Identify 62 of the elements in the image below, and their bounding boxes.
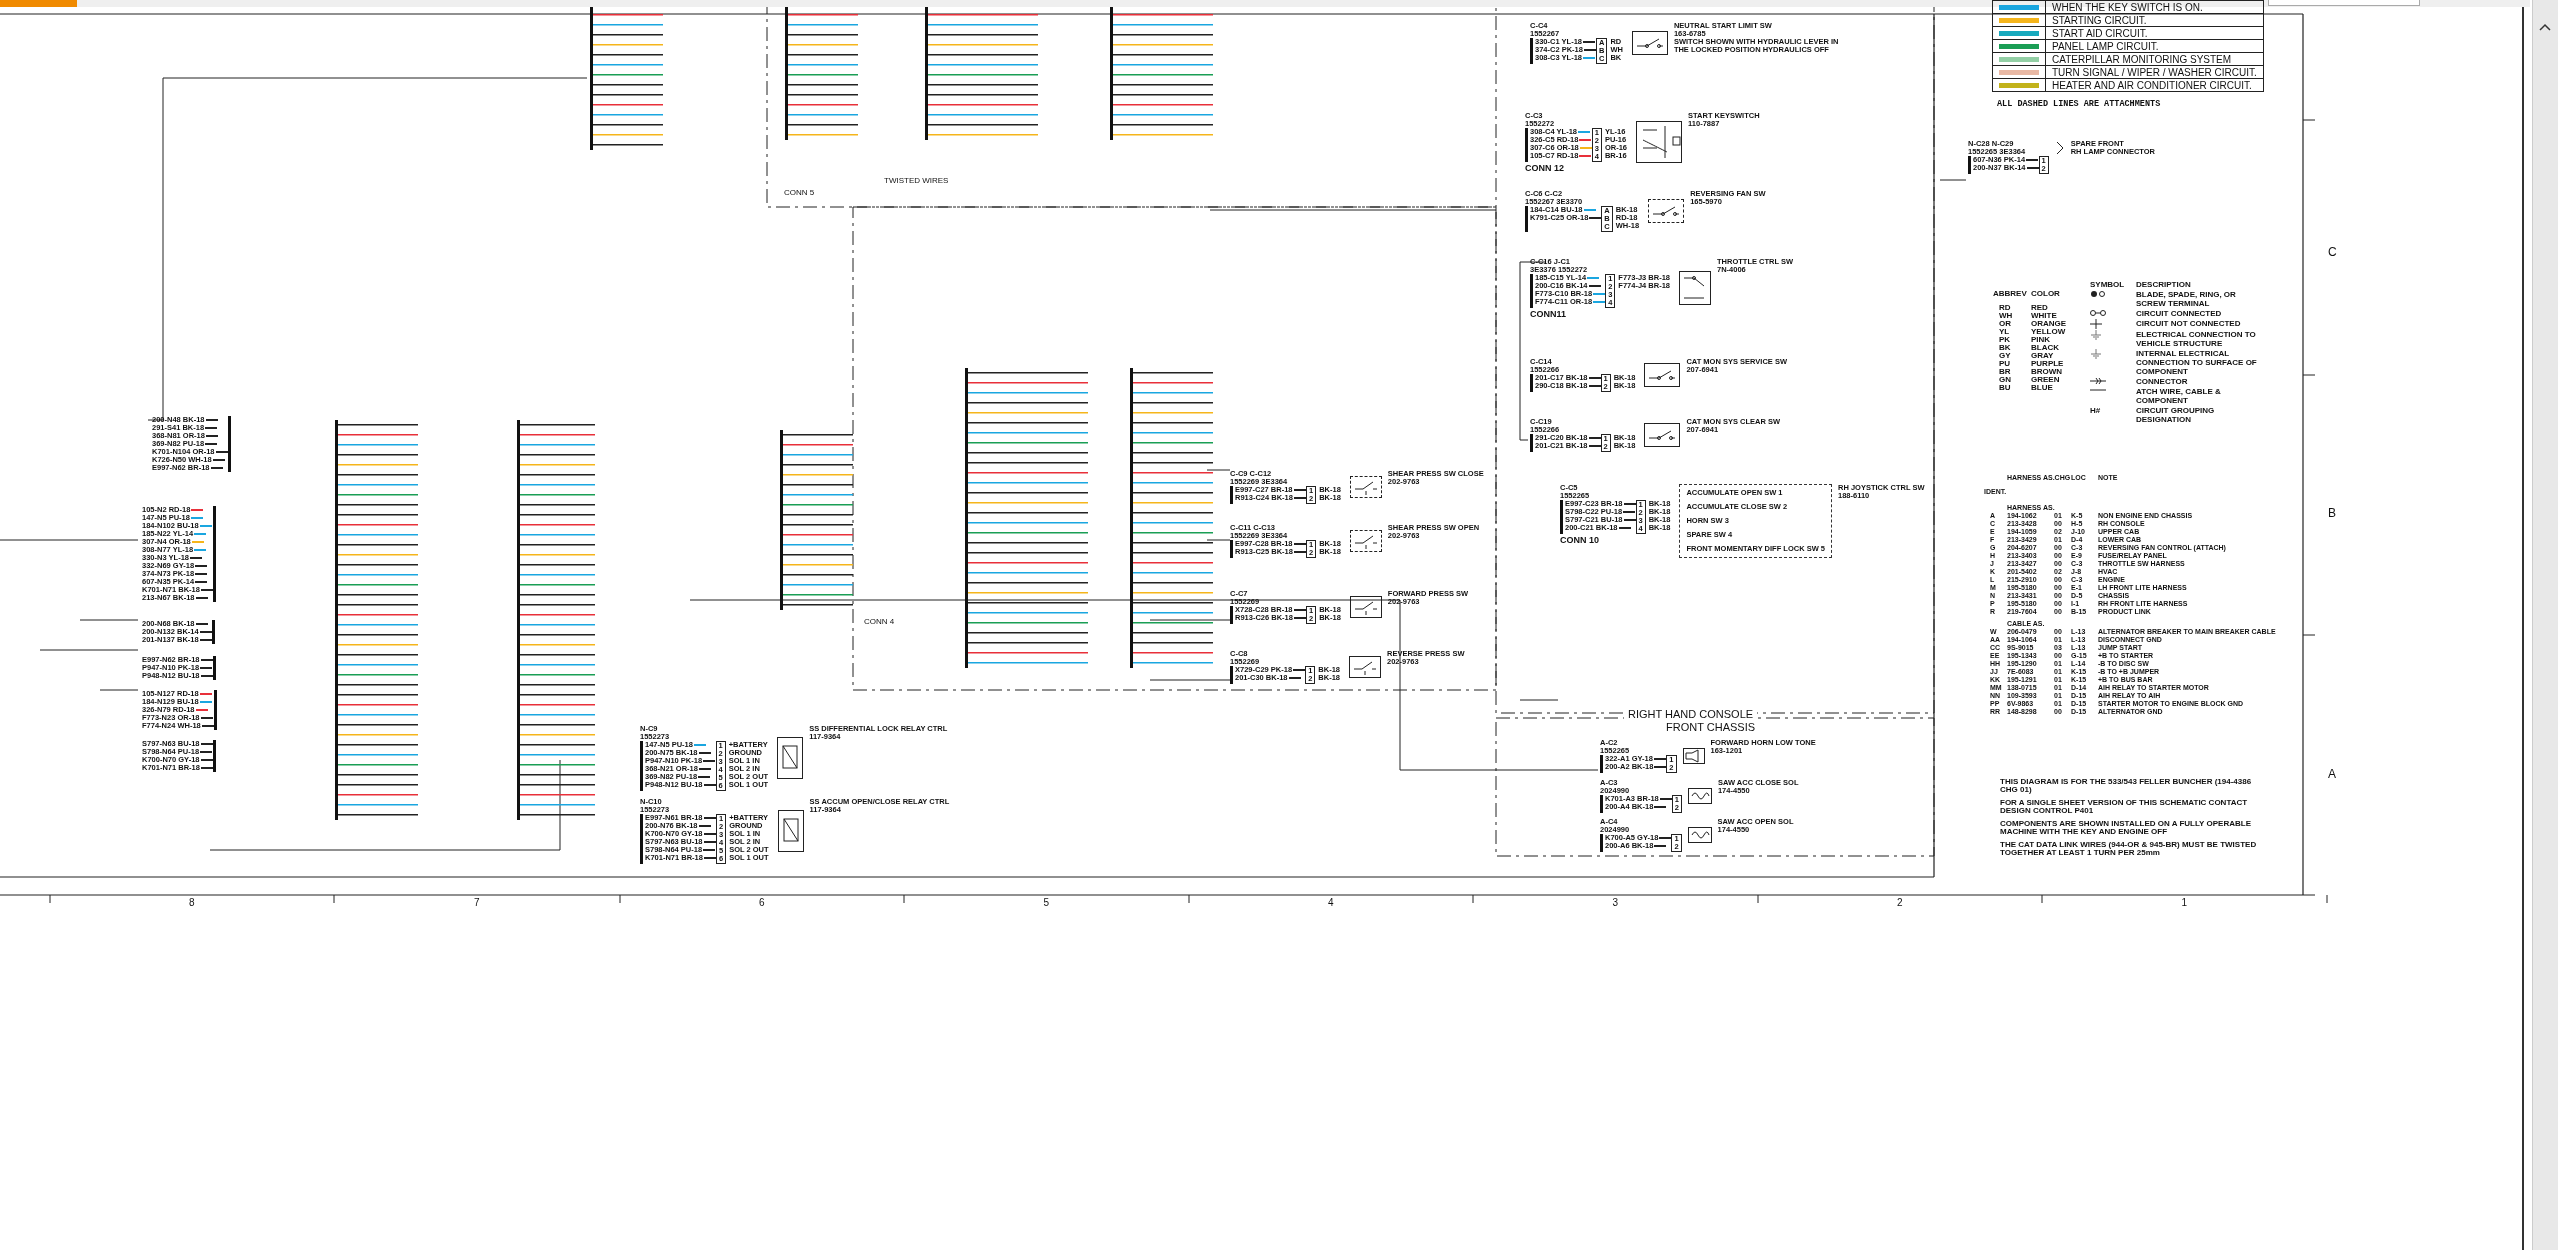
- table-cell-text: CONNECTOR: [2136, 377, 2189, 386]
- table-cell-text: GRAY: [2031, 352, 2055, 360]
- table-cell-text: RED: [2031, 304, 2049, 312]
- grid-column-label: 6: [759, 897, 765, 908]
- connector-label: CONN 10: [1560, 536, 1600, 544]
- table-cell-text: GN: [1998, 376, 2012, 384]
- grid-column-label: 8: [189, 897, 195, 908]
- column-header: DESCRIPTION: [2136, 280, 2192, 289]
- grid-column-label: 1: [2181, 897, 2188, 908]
- section-title: RIGHT HAND CONSOLE: [1624, 708, 1758, 720]
- table-cell-text: BR: [1998, 368, 2012, 376]
- table-cell-text: CIRCUIT GROUPING DESIGNATION: [2136, 406, 2216, 424]
- table-cell-text: PK: [1998, 336, 2012, 344]
- table-cell-text: PINK: [2031, 336, 2052, 344]
- table-cell-text: INTERNAL ELECTRICAL CONNECTION TO SURFACE OF COMPONENT: [2136, 349, 2258, 376]
- table-cell-text: BK: [1998, 344, 2012, 352]
- grid-row-label: B: [2328, 506, 2336, 520]
- legend-label: STARTING CIRCUIT.: [2045, 13, 2264, 27]
- legend-label: TURN SIGNAL / WIPER / WASHER CIRCUIT.: [2045, 65, 2264, 79]
- grid-column-label: 4: [1328, 897, 1334, 908]
- table-cell-text: YL: [1998, 328, 2011, 336]
- table-cell-text: BU: [1998, 384, 2012, 392]
- table-cell-text: CIRCUIT NOT CONNECTED: [2136, 319, 2242, 329]
- table-cell-text: RD: [1998, 304, 2012, 312]
- symbol-text: H#: [2090, 406, 2102, 417]
- legend-label: START AID CIRCUIT.: [2045, 26, 2264, 40]
- connector-label: CONN 12: [1525, 164, 1565, 172]
- table-cell-text: ATCH WIRE, CABLE & COMPONENT: [2136, 387, 2222, 405]
- table-cell-text: YELLOW: [2031, 328, 2067, 336]
- grid-row-label: A: [2328, 767, 2336, 781]
- connector-label: CONN11: [1530, 310, 1567, 318]
- legend-label: PANEL LAMP CIRCUIT.: [2045, 39, 2264, 53]
- column-header: SYMBOL: [2090, 280, 2126, 289]
- table-cell-text: BLACK: [2031, 344, 2060, 352]
- grid-column-label: 7: [474, 897, 480, 908]
- legend-label: CATERPILLAR MONITORING SYSTEM: [2045, 52, 2264, 66]
- note-text: THE CAT DATA LINK WIRES (944-OR & 945-BR) MUST BE TWISTED TOGETHER AT LEAST 1 TURN PER 25mm: [2000, 841, 2258, 857]
- table-cell-text: ELECTRICAL CONNECTION TO VEHICLE STRUCTURE: [2136, 330, 2257, 348]
- table-cell-text: BROWN: [2031, 368, 2064, 376]
- grid-column-label: 5: [1043, 897, 1050, 908]
- note-text: THIS DIAGRAM IS FOR THE 533/543 FELLER BUNCHER (194-4386 CHG 01): [2000, 778, 2253, 794]
- note-text: COMPONENTS ARE SHOWN INSTALLED ON A FULLY OPERABLE MACHINE WITH THE KEY AND ENGINE OFF: [2000, 820, 2252, 836]
- table-cell-text: GREEN: [2031, 376, 2061, 384]
- column-header: ABBREV: [1993, 290, 2027, 298]
- table-cell-text: OR: [1998, 320, 2012, 328]
- legend-label: WHEN THE KEY SWITCH IS ON.: [2045, 0, 2264, 14]
- grid-column-label: 3: [1612, 897, 1619, 908]
- table-cell-text: BLUE: [2031, 384, 2054, 392]
- column-header: COLOR: [2031, 290, 2061, 298]
- table-cell-text: BLADE, SPADE, RING, OR SCREW TERMINAL: [2136, 290, 2237, 308]
- table-cell-text: PURPLE: [2031, 360, 2065, 368]
- legend-footnote: ALL DASHED LINES ARE ATTACHMENTS: [1997, 100, 2161, 109]
- grid-row-label: C: [2328, 245, 2337, 259]
- table-cell-text: WH: [1998, 312, 2014, 320]
- table-cell-text: GY: [1998, 352, 2012, 360]
- table-cell-text: ORANGE: [2031, 320, 2068, 328]
- table-cell-text: CIRCUIT CONNECTED: [2136, 309, 2223, 318]
- note-text: FOR A SINGLE SHEET VERSION OF THIS SCHEMATIC CONTACT DESIGN CONTROL P401: [2000, 799, 2249, 815]
- table-cell-text: WHITE: [2031, 312, 2058, 320]
- table-cell-text: PU: [1998, 360, 2012, 368]
- legend-label: HEATER AND AIR CONDITIONER CIRCUIT.: [2045, 78, 2264, 92]
- grid-column-label: 2: [1897, 897, 1903, 908]
